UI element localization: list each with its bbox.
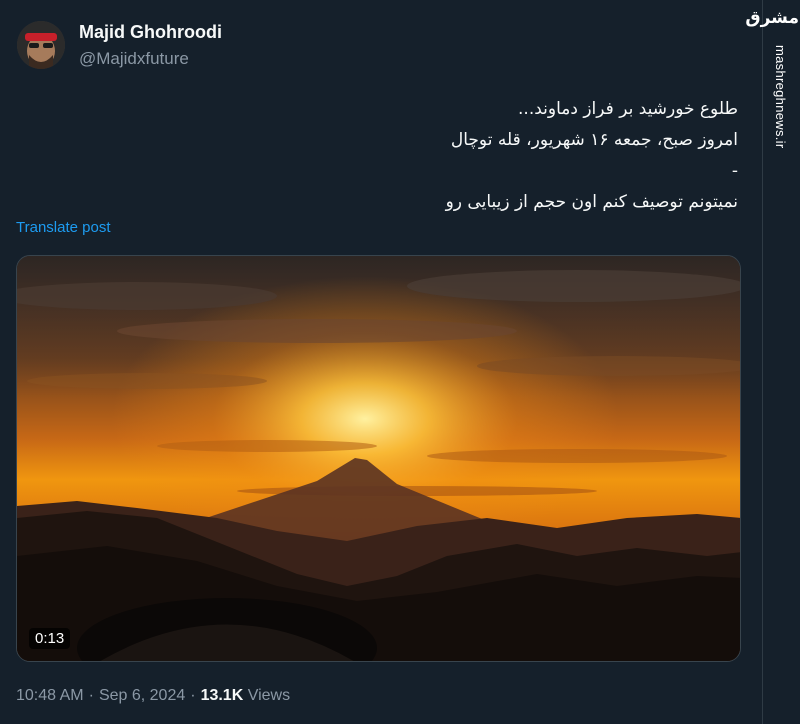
tweet-line: نمیتونم توصیف کنم اون حجم از زیبایی رو <box>445 192 738 212</box>
views-count: 13.1K <box>200 687 244 704</box>
tweet-line: طلوع خورشید بر فراز دماوند... <box>518 99 738 119</box>
video-duration: 0:13 <box>29 628 71 649</box>
tweet-line: امروز صبح، جمعه ۱۶ شهریور، قله توچال <box>450 130 738 150</box>
tweet-meta: 10:48 AM · Sep 6, 2024 · 13.1K Views <box>16 687 290 705</box>
video-thumbnail <box>17 256 740 661</box>
avatar-image <box>17 21 65 69</box>
views-label: Views <box>247 687 291 704</box>
tweet-line: - <box>731 161 738 181</box>
watermark-url: mashreghnews.ir <box>773 45 788 149</box>
post-date[interactable]: Sep 6, 2024 <box>99 687 185 704</box>
translate-post-link[interactable]: Translate post <box>16 219 111 236</box>
post-time[interactable]: 10:48 AM <box>16 687 84 704</box>
tweet-text: طلوع خورشید بر فراز دماوند... امروز صبح،… <box>218 94 738 218</box>
watermark-logo: مشرق <box>745 8 799 28</box>
separator: · <box>190 687 196 704</box>
separator: · <box>88 687 94 704</box>
display-name[interactable]: Majid Ghohroodi <box>79 22 222 43</box>
user-handle[interactable]: @Majidxfuture <box>79 49 189 69</box>
watermark-bar: مشرق mashreghnews.ir <box>745 0 800 724</box>
avatar[interactable] <box>17 21 65 69</box>
video-player[interactable]: 0:13 <box>16 255 741 662</box>
tweet: Majid Ghohroodi @Majidxfuture طلوع خورشی… <box>0 0 762 724</box>
